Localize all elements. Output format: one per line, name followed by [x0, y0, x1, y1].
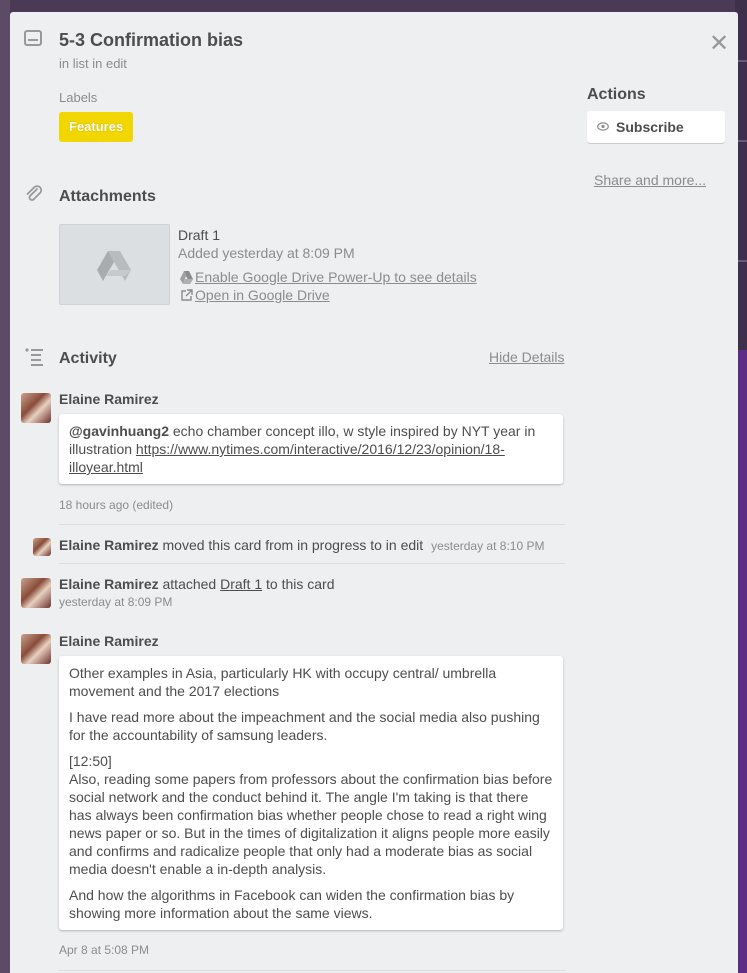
comment-paragraph: I have read more about the impeachment a… — [69, 709, 540, 743]
external-link-icon — [181, 289, 193, 301]
divider — [59, 524, 565, 525]
open-in-drive-label: Open in Google Drive — [195, 287, 330, 303]
comment-author[interactable]: Elaine Ramirez — [59, 391, 159, 407]
activity-timestamp[interactable]: yesterday at 8:09 PM — [59, 595, 172, 609]
label-features[interactable]: Features — [59, 112, 134, 142]
activity-attach: Elaine Ramirez attached Draft 1 to this … — [59, 576, 335, 592]
comment-body: @gavinhuang2 echo chamber concept illo, … — [59, 414, 563, 484]
labels-heading: Labels — [59, 90, 98, 105]
card-title[interactable]: 5-3 Confirmation bias — [59, 30, 243, 51]
hide-details-link[interactable]: Hide Details — [489, 349, 564, 365]
activity-text: attached — [162, 576, 217, 592]
avatar[interactable] — [21, 634, 51, 664]
share-and-more-link[interactable]: Share and more... — [594, 172, 706, 188]
close-icon[interactable]: ✕ — [709, 32, 729, 56]
comment-paragraph: Other examples in Asia, particularly HK … — [69, 665, 497, 699]
divider — [59, 563, 565, 564]
activity-timestamp[interactable]: yesterday at 8:10 PM — [431, 539, 544, 553]
comment-author[interactable]: Elaine Ramirez — [59, 633, 159, 649]
card-icon — [24, 30, 42, 46]
comment-timestamp[interactable]: Apr 8 at 5:08 PM — [59, 943, 149, 957]
google-drive-icon — [97, 251, 131, 281]
activity-text: to this card — [266, 576, 335, 592]
attachments-heading: Attachments — [59, 188, 156, 205]
comment-paragraph: [12:50] — [69, 753, 112, 769]
enable-power-up-label: Enable Google Drive Power-Up to see deta… — [195, 269, 477, 285]
eye-icon — [597, 122, 609, 131]
open-in-drive-link[interactable]: Open in Google Drive — [180, 287, 330, 303]
activity-heading: Activity — [59, 350, 117, 367]
attachment-link[interactable]: Draft 1 — [220, 576, 262, 592]
avatar[interactable] — [33, 538, 51, 556]
card-list-line: in list in edit — [59, 56, 127, 71]
comment-paragraph: Also, reading some papers from professor… — [69, 771, 553, 877]
enable-power-up-link[interactable]: Enable Google Drive Power-Up to see deta… — [180, 269, 477, 285]
paperclip-icon — [26, 185, 43, 201]
activity-move: Elaine Ramirez moved this card from in p… — [59, 537, 544, 553]
activity-author[interactable]: Elaine Ramirez — [59, 537, 159, 553]
activity-author[interactable]: Elaine Ramirez — [59, 576, 159, 592]
mention[interactable]: @gavinhuang2 — [69, 423, 169, 439]
subscribe-button[interactable]: Subscribe — [587, 111, 725, 143]
comment-body: Other examples in Asia, particularly HK … — [59, 656, 563, 930]
avatar[interactable] — [21, 578, 51, 608]
attachment-name[interactable]: Draft 1 — [178, 227, 220, 243]
divider — [59, 970, 565, 971]
board-background-accent — [738, 350, 747, 973]
google-drive-small-icon — [180, 271, 193, 284]
board-background-left — [0, 0, 10, 973]
attachment-thumbnail[interactable] — [59, 224, 170, 305]
comment-paragraph: And how the algorithms in Facebook can w… — [69, 887, 515, 921]
card-detail-window: ✕ 5-3 Confirmation bias in list in edit … — [10, 12, 738, 973]
subscribe-label: Subscribe — [616, 119, 684, 135]
activity-list-icon — [25, 348, 43, 366]
avatar[interactable] — [21, 393, 51, 423]
attachment-added-time: Added yesterday at 8:09 PM — [178, 245, 355, 261]
actions-heading: Actions — [587, 86, 646, 103]
comment-timestamp[interactable]: 18 hours ago (edited) — [59, 498, 173, 512]
activity-text: moved this card from in progress to in e… — [162, 537, 424, 553]
